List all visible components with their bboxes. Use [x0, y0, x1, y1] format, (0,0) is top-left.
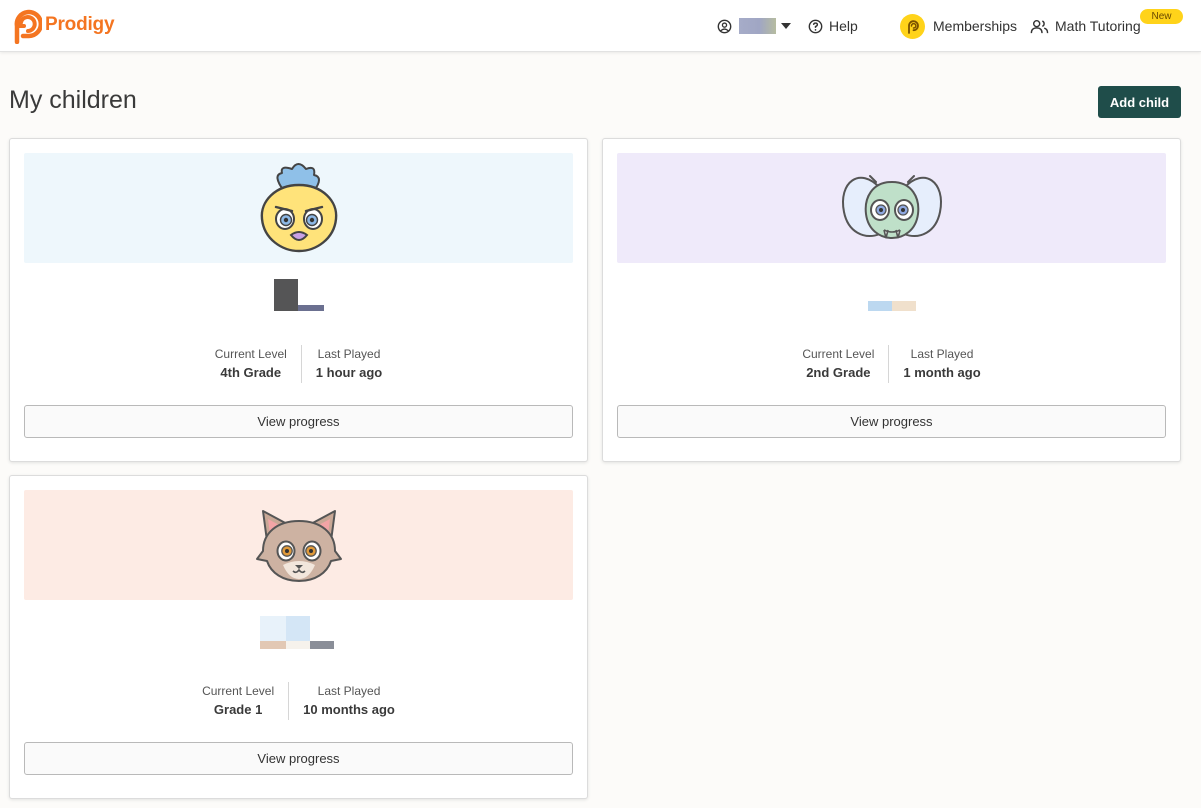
- question-circle-icon: [808, 19, 823, 33]
- current-level: Current Level Grade 1: [188, 682, 288, 720]
- help-link[interactable]: Help: [808, 0, 858, 52]
- math-tutoring-link[interactable]: Math Tutoring: [1030, 0, 1141, 52]
- child-name-redacted: [259, 616, 338, 654]
- avatar-banner: [617, 153, 1166, 263]
- prodigy-logo[interactable]: Prodigy: [8, 6, 115, 44]
- memberships-label: Memberships: [933, 18, 1018, 34]
- user-circle-icon: [717, 19, 732, 33]
- last-played: Last Played 1 month ago: [888, 345, 994, 383]
- avatar-banner: [24, 153, 573, 263]
- prodigy-logo-icon: [14, 9, 42, 44]
- math-tutoring-label: Math Tutoring: [1055, 18, 1141, 34]
- new-badge: New: [1140, 9, 1183, 24]
- view-progress-button[interactable]: View progress: [24, 405, 573, 438]
- view-progress-button[interactable]: View progress: [24, 742, 573, 775]
- child-card: Current Level 2nd Grade Last Played 1 mo…: [602, 138, 1181, 462]
- page-title: My children: [9, 86, 137, 114]
- bug-avatar-icon: [841, 175, 942, 240]
- view-progress-button[interactable]: View progress: [617, 405, 1166, 438]
- account-name-redacted: [739, 18, 776, 34]
- account-menu[interactable]: [717, 0, 791, 52]
- avatar-banner: [24, 490, 573, 600]
- add-child-button[interactable]: Add child: [1098, 86, 1181, 118]
- child-card: Current Level Grade 1 Last Played 10 mon…: [9, 475, 588, 799]
- child-stats: Current Level 4th Grade Last Played 1 ho…: [10, 345, 587, 383]
- bird-avatar-icon: [260, 163, 337, 253]
- membership-coin-icon: [900, 13, 925, 39]
- child-card: Current Level 4th Grade Last Played 1 ho…: [9, 138, 588, 462]
- current-level: Current Level 4th Grade: [201, 345, 301, 383]
- chevron-down-icon: [781, 23, 791, 29]
- cat-avatar-icon: [255, 510, 342, 582]
- last-played: Last Played 1 hour ago: [300, 345, 396, 383]
- top-navbar: Prodigy Help Memberships Math Tutoring N…: [0, 0, 1201, 52]
- last-played-value: 1 month ago: [903, 365, 981, 380]
- users-icon: [1030, 19, 1049, 33]
- last-played: Last Played 10 months ago: [288, 682, 409, 720]
- child-stats: Current Level 2nd Grade Last Played 1 mo…: [603, 345, 1180, 383]
- child-stats: Current Level Grade 1 Last Played 10 mon…: [10, 682, 587, 720]
- current-level: Current Level 2nd Grade: [788, 345, 888, 383]
- last-played-value: 10 months ago: [303, 702, 395, 717]
- child-name-redacted: [273, 279, 324, 316]
- current-level-value: 4th Grade: [220, 365, 282, 380]
- current-level-value: 2nd Grade: [806, 365, 871, 380]
- brand-name: Prodigy: [45, 14, 115, 35]
- last-played-value: 1 hour ago: [315, 365, 383, 380]
- memberships-link[interactable]: Memberships: [900, 0, 1017, 52]
- child-name-redacted: [867, 298, 916, 316]
- help-label: Help: [829, 18, 858, 34]
- current-level-value: Grade 1: [213, 702, 263, 717]
